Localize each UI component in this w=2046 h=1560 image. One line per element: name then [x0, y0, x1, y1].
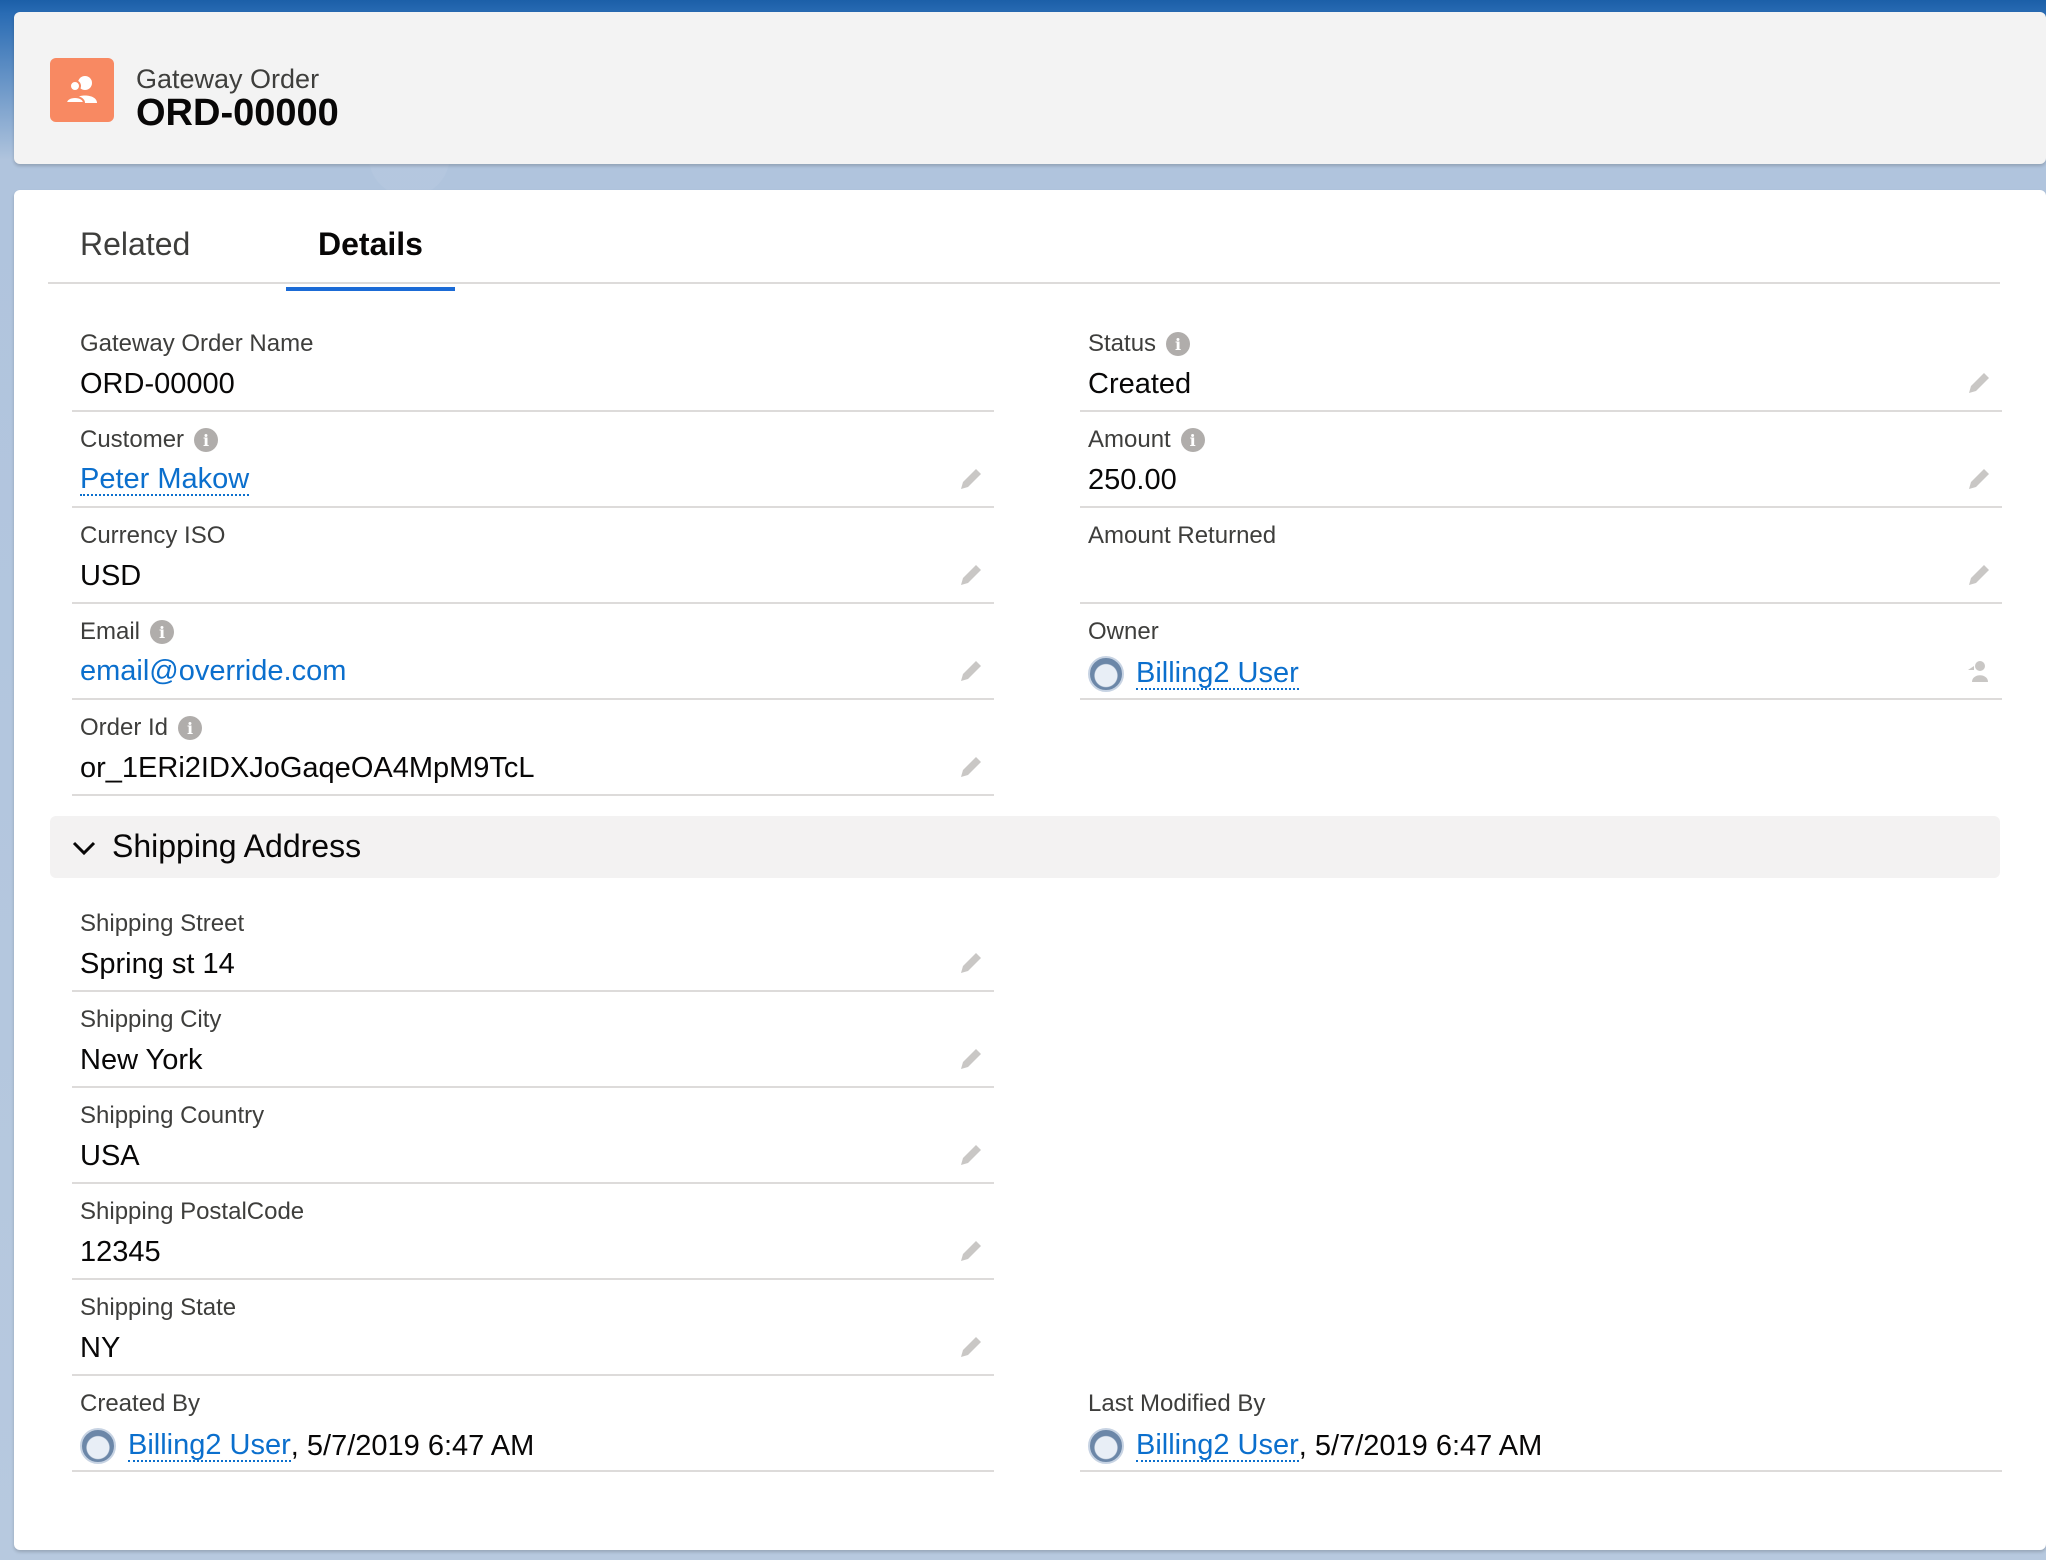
section-title: Shipping Address	[112, 828, 362, 864]
field-shipping-state: Shipping State NY	[72, 1280, 994, 1376]
pencil-edit-icon[interactable]	[956, 560, 986, 590]
field-label: Amount	[1088, 426, 1171, 453]
field-order-id: Order Id i or_1ERi2IDXJoGaqeOA4MpM9TcL	[72, 700, 994, 796]
info-icon[interactable]: i	[194, 428, 219, 452]
info-icon[interactable]: i	[178, 716, 203, 740]
record-header: Gateway Order ORD-00000	[14, 12, 2046, 164]
field-value: or_1ERi2IDXJoGaqeOA4MpM9TcL	[80, 752, 535, 784]
field-label: Shipping PostalCode	[80, 1198, 305, 1225]
field-label: Email	[80, 618, 141, 645]
record-detail-card: Related Details Gateway Order Name ORD-0…	[14, 190, 2046, 1550]
pencil-edit-icon[interactable]	[956, 1332, 986, 1362]
customer-link[interactable]: Peter Makow	[80, 464, 250, 497]
object-type-label: Gateway Order	[136, 64, 320, 94]
info-icon[interactable]: i	[1180, 428, 1205, 452]
field-label: Shipping Country	[80, 1102, 265, 1129]
tab-related[interactable]: Related	[48, 218, 222, 287]
field-label: Shipping City	[80, 1006, 222, 1033]
field-email: Email i email@override.com	[72, 604, 994, 700]
info-icon[interactable]: i	[1166, 332, 1191, 356]
field-label: Gateway Order Name	[80, 330, 314, 357]
field-label: Status	[1088, 330, 1157, 357]
field-status: Status i Created	[1080, 316, 2002, 412]
last-modified-user-link[interactable]: Billing2 User	[1136, 1429, 1299, 1463]
tab-details[interactable]: Details	[286, 218, 455, 291]
section-shipping-address[interactable]: Shipping Address	[50, 816, 2000, 878]
pencil-edit-icon[interactable]	[956, 1236, 986, 1266]
pencil-edit-icon[interactable]	[1964, 368, 1994, 398]
field-label: Customer	[80, 426, 185, 453]
pencil-edit-icon[interactable]	[956, 656, 986, 686]
pencil-edit-icon[interactable]	[956, 948, 986, 978]
tab-bar: Related Details	[48, 190, 2000, 291]
field-value: USA	[80, 1140, 140, 1172]
pencil-edit-icon[interactable]	[956, 1140, 986, 1170]
field-value: Spring st 14	[80, 948, 235, 980]
info-icon[interactable]: i	[150, 620, 175, 644]
field-value: New York	[80, 1044, 203, 1076]
field-shipping-city: Shipping City New York	[72, 992, 994, 1088]
pencil-edit-icon[interactable]	[956, 464, 986, 494]
pencil-edit-icon[interactable]	[956, 752, 986, 782]
field-gateway-order-name: Gateway Order Name ORD-00000	[72, 316, 994, 412]
field-shipping-country: Shipping Country USA	[72, 1088, 994, 1184]
field-value: NY	[80, 1332, 121, 1364]
owner-link[interactable]: Billing2 User	[1136, 657, 1299, 691]
user-avatar	[1088, 1428, 1124, 1464]
field-customer: Customer i Peter Makow	[72, 412, 994, 508]
user-avatar	[80, 1428, 116, 1464]
user-avatar	[1088, 656, 1124, 692]
field-created-by: Created By Billing2 User, 5/7/2019 6:47 …	[72, 1376, 994, 1472]
field-label: Currency ISO	[80, 522, 226, 549]
field-value: 12345	[80, 1236, 161, 1268]
field-shipping-postalcode: Shipping PostalCode 12345	[72, 1184, 994, 1280]
field-shipping-street: Shipping Street Spring st 14	[72, 896, 994, 992]
field-currency-iso: Currency ISO USD	[72, 508, 994, 604]
field-label: Last Modified By	[1088, 1390, 1266, 1417]
field-value: Created	[1088, 368, 1192, 400]
field-label: Owner	[1088, 618, 1159, 645]
record-title: ORD-00000	[136, 92, 339, 134]
pencil-edit-icon[interactable]	[1964, 560, 1994, 590]
field-amount-returned: Amount Returned	[1080, 508, 2002, 604]
field-label: Shipping State	[80, 1294, 237, 1321]
field-last-modified-by: Last Modified By Billing2 User, 5/7/2019…	[1080, 1376, 2002, 1472]
field-value: USD	[80, 560, 142, 592]
field-amount: Amount i 250.00	[1080, 412, 2002, 508]
created-by-user-link[interactable]: Billing2 User	[128, 1429, 291, 1463]
pencil-edit-icon[interactable]	[1964, 464, 1994, 494]
field-owner: Owner Billing2 User	[1080, 604, 2002, 700]
field-label: Order Id	[80, 714, 169, 741]
field-label: Created By	[80, 1390, 201, 1417]
field-label: Shipping Street	[80, 910, 245, 937]
email-link[interactable]: email@override.com	[80, 656, 346, 687]
chevron-down-icon	[72, 841, 96, 856]
last-modified-date: , 5/7/2019 6:47 AM	[1298, 1429, 1543, 1462]
user-group-icon	[50, 58, 114, 122]
field-label: Amount Returned	[1088, 522, 1277, 549]
field-value: 250.00	[1088, 464, 1177, 496]
field-value: ORD-00000	[80, 368, 235, 400]
pencil-edit-icon[interactable]	[956, 1044, 986, 1074]
change-owner-icon[interactable]	[1964, 656, 1994, 686]
created-date: , 5/7/2019 6:47 AM	[290, 1429, 535, 1462]
